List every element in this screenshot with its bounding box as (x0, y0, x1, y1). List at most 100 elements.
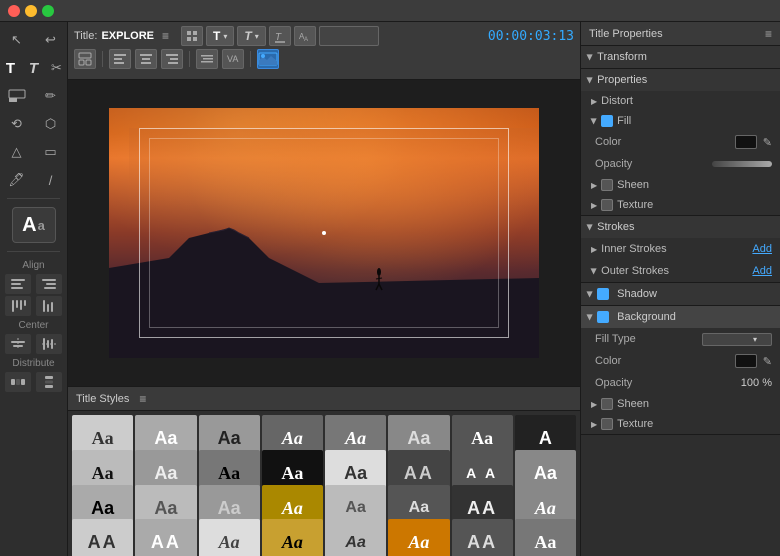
center-content: Title: EXPLORE ≡ T ▾ T ▾ (68, 22, 580, 556)
inner-strokes-triangle: ▶ (591, 245, 597, 254)
texture-checkbox[interactable] (601, 199, 613, 211)
distribute-h-button[interactable] (5, 372, 31, 392)
triangle-tool[interactable]: △ (2, 140, 32, 164)
fill-type-dropdown[interactable]: ▾ (702, 333, 772, 346)
color-swatch[interactable] (735, 135, 757, 149)
rect-tool[interactable]: ▭ (36, 140, 66, 164)
title-styles-menu-icon[interactable]: ≡ (139, 392, 146, 406)
line-tool[interactable]: / (36, 168, 66, 192)
bg-sheen-checkbox[interactable] (601, 398, 613, 410)
layout-button[interactable] (74, 49, 96, 69)
background-header[interactable]: ▶ Background (581, 306, 780, 328)
background-checkbox[interactable] (597, 311, 609, 323)
select-tool[interactable]: ↖ (2, 28, 32, 52)
style-thumb-26[interactable]: AA (135, 519, 196, 556)
center-horizontal-button[interactable] (5, 334, 31, 354)
properties-triangle: ▶ (586, 77, 595, 83)
shadow-header[interactable]: ▶ Shadow (581, 283, 780, 305)
title-style-button[interactable]: Aa (12, 207, 56, 243)
maximize-button[interactable] (42, 5, 54, 17)
insert-image-button[interactable] (257, 49, 279, 69)
bg-opacity-row: Opacity 100 % (581, 372, 780, 394)
add-outer-stroke-button[interactable]: Add (752, 265, 772, 277)
text-underline-button[interactable]: T (269, 26, 291, 46)
sheen-header[interactable]: ▶ Sheen (581, 175, 780, 195)
sheen-label: Sheen (617, 179, 649, 191)
bg-texture-label: Texture (617, 418, 653, 430)
style-thumb-27[interactable]: Aa (199, 519, 260, 556)
inner-strokes-label: Inner Strokes (601, 243, 752, 255)
style-thumb-31[interactable]: AA (452, 519, 513, 556)
canvas-image (109, 108, 539, 358)
undo-tool[interactable]: ↩ (36, 28, 66, 52)
text-size-button[interactable]: AA (294, 26, 316, 46)
font-dropdown[interactable]: T ▾ (206, 26, 234, 46)
brush-tool[interactable]: 🖊 (2, 168, 32, 192)
opacity-bar[interactable] (712, 161, 772, 167)
distribute-v-button[interactable] (36, 372, 62, 392)
grid-view-button[interactable] (181, 26, 203, 46)
bg-texture-header[interactable]: ▶ Texture (581, 414, 780, 434)
top-toolbar: Title: EXPLORE ≡ T ▾ T ▾ (68, 22, 580, 80)
distribute-label: Distribute (4, 358, 63, 369)
bg-sheen-triangle: ▶ (591, 400, 597, 409)
align-top-button[interactable] (5, 296, 31, 316)
align-right-text[interactable] (161, 49, 183, 69)
texture-header[interactable]: ▶ Texture (581, 195, 780, 215)
strokes-label: Strokes (597, 221, 634, 233)
size-input[interactable] (319, 26, 379, 46)
properties-header[interactable]: ▶ Properties (581, 69, 780, 91)
color-picker-icon[interactable]: ✎ (763, 136, 772, 149)
distort-header[interactable]: ▶ Distort (581, 91, 780, 111)
align-center-text[interactable] (135, 49, 157, 69)
text-tool[interactable]: T (1, 56, 20, 80)
bg-texture-checkbox[interactable] (601, 418, 613, 430)
style-thumb-32[interactable]: Aa (515, 519, 576, 556)
indent-button[interactable] (196, 49, 218, 69)
align-right-button[interactable] (36, 274, 62, 294)
scissors-tool[interactable]: ✂ (47, 56, 66, 80)
align-left-text[interactable] (109, 49, 131, 69)
toolbar-separator (7, 198, 61, 199)
distort-triangle: ▶ (591, 97, 597, 106)
polygon-tool[interactable]: ⬡ (36, 112, 66, 136)
shadow-section: ▶ Shadow (581, 283, 780, 306)
shadow-checkbox[interactable] (597, 288, 609, 300)
separator3 (250, 51, 251, 67)
background-triangle: ▶ (586, 314, 595, 320)
align-left-button[interactable] (5, 274, 31, 294)
center-vertical-button[interactable] (36, 334, 62, 354)
pen-tool[interactable]: ✏ (36, 84, 66, 108)
fill-header[interactable]: ▶ Fill (581, 111, 780, 131)
align-bottom-button[interactable] (36, 296, 62, 316)
rotate-tool[interactable]: ⟲ (2, 112, 32, 136)
style-thumb-29[interactable]: Aa (325, 519, 386, 556)
texture-triangle: ▶ (591, 201, 597, 210)
fill-type-arrow: ▾ (753, 335, 757, 344)
properties-section: ▶ Properties ▶ Distort ▶ Fill Color ✎ (581, 69, 780, 216)
lower-third-tool[interactable] (2, 84, 32, 108)
style-dropdown[interactable]: T ▾ (237, 26, 265, 46)
transform-section: ▶ Transform (581, 46, 780, 69)
menu-icon[interactable]: ≡ (162, 29, 169, 43)
bg-color-picker-icon[interactable]: ✎ (763, 355, 772, 368)
style-thumb-30[interactable]: Aa (388, 519, 449, 556)
text-spacing-button[interactable]: VA (222, 49, 244, 69)
add-inner-stroke-button[interactable]: Add (752, 243, 772, 255)
strokes-header[interactable]: ▶ Strokes (581, 216, 780, 238)
fill-checkbox[interactable] (601, 115, 613, 127)
bg-sheen-header[interactable]: ▶ Sheen (581, 394, 780, 414)
transform-label: Transform (597, 51, 647, 63)
bg-color-swatch[interactable] (735, 354, 757, 368)
minimize-button[interactable] (25, 5, 37, 17)
close-button[interactable] (8, 5, 20, 17)
style-thumb-28[interactable]: Aa (262, 519, 323, 556)
transform-header[interactable]: ▶ Transform (581, 46, 780, 68)
title-styles-panel: Title Styles ≡ Aa Aa Aa Aa Aa Aa Aa A Aa… (68, 386, 580, 556)
style-thumb-25[interactable]: AA (72, 519, 133, 556)
properties-menu-icon[interactable]: ≡ (765, 27, 772, 41)
sheen-checkbox[interactable] (601, 179, 613, 191)
bg-sheen-label: Sheen (617, 398, 649, 410)
text-tool-italic[interactable]: T (24, 56, 43, 80)
color-row: Color ✎ (581, 131, 780, 153)
